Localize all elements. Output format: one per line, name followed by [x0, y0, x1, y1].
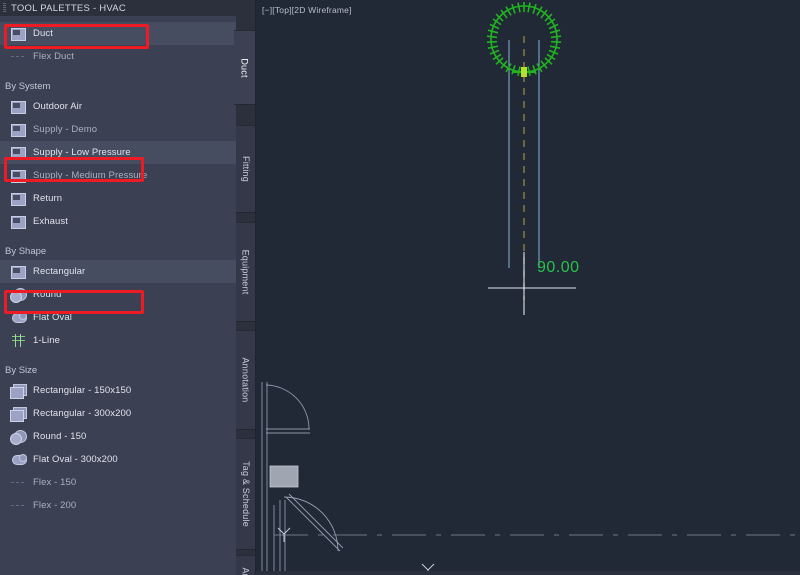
flat-oval-duct-icon: [10, 452, 27, 467]
palette-tool-label: Supply - Medium Pressure: [33, 170, 148, 181]
palette-group-label: By Shape: [5, 246, 47, 257]
palette-tool-label: 1-Line: [33, 335, 61, 346]
tool-palettes-panel: TOOL PALETTES - HVAC Duct Flex Duct By Sys…: [0, 0, 255, 575]
palette-tool-flat-oval-300x200[interactable]: Flat Oval - 300x200: [0, 448, 236, 471]
palette-tool-label: Supply - Low Pressure: [33, 147, 131, 158]
rectangular-duct-icon: [10, 145, 26, 160]
rectangular-duct-icon: [10, 99, 26, 114]
palette-tool-flex-150[interactable]: Flex - 150: [0, 471, 236, 494]
palette-tab-duct[interactable]: Duct: [234, 30, 255, 105]
one-line-duct-icon: [10, 333, 26, 348]
round-duct-icon: [10, 429, 27, 445]
palette-group-gap: [0, 517, 236, 527]
palette-tool-flex-200[interactable]: Flex - 200: [0, 494, 236, 517]
palette-group-label: By Size: [5, 365, 38, 376]
palette-tab-label: Fitting: [240, 156, 251, 182]
palette-tool-round[interactable]: Round: [0, 283, 236, 306]
flex-duct-icon: [10, 498, 26, 513]
autocad-mep-window: TOOL PALETTES - HVAC Duct Flex Duct By Sys…: [0, 0, 800, 575]
palette-title: TOOL PALETTES - HVAC: [11, 2, 126, 14]
palette-tab-label: Tag & Schedule: [240, 461, 251, 527]
palette-tool-label: Round - 150: [33, 431, 87, 442]
drawing-canvas[interactable]: [256, 0, 800, 575]
palette-tool-label: Rectangular - 300x200: [33, 408, 132, 419]
palette-tool-supply-medium-pressure[interactable]: Supply - Medium Pressure: [0, 164, 236, 187]
flex-duct-icon: [10, 475, 26, 490]
palette-content: Duct Flex Duct By System Outdoor Air Supply …: [0, 16, 236, 575]
palette-tool-label: Supply - Demo: [33, 124, 98, 135]
palette-tool-label: Rectangular - 150x150: [33, 385, 132, 396]
palette-tool-label: Flex Duct: [33, 51, 75, 62]
viewport-config-label[interactable]: [−][Top][2D Wireframe]: [262, 5, 352, 15]
palette-tab-tag-schedule[interactable]: Tag & Schedule: [236, 438, 255, 550]
palette-tab-label: Analysis: [241, 567, 251, 575]
palette-drag-grip[interactable]: [3, 3, 6, 13]
palette-tool-rectangular-300x200[interactable]: Rectangular - 300x200: [0, 402, 236, 425]
palette-tab-fitting[interactable]: Fitting: [236, 125, 255, 213]
palette-tab-label: Duct: [239, 57, 250, 78]
rectangular-duct-icon: [10, 26, 26, 41]
palette-tab-equipment[interactable]: Equipment: [236, 222, 255, 322]
viewport-bottom-edge: [256, 571, 800, 575]
palette-tool-flex-duct[interactable]: Flex Duct: [0, 45, 236, 68]
dimension-input-value: 90.00: [537, 259, 580, 276]
palette-group-gap: [0, 352, 236, 362]
palette-tool-supply-demo[interactable]: Supply - Demo: [0, 118, 236, 141]
palette-tool-supply-low-pressure[interactable]: Supply - Low Pressure: [0, 141, 236, 164]
palette-tool-label: Rectangular: [33, 266, 86, 277]
palette-tool-label: Return: [33, 193, 63, 204]
rectangular-duct-icon: [10, 214, 26, 229]
flex-duct-icon: [10, 49, 26, 64]
palette-tool-exhaust[interactable]: Exhaust: [0, 210, 236, 233]
palette-tab-annotation[interactable]: Annotation: [236, 330, 255, 430]
rectangular-duct-3d-icon: [10, 383, 27, 399]
palette-group-gap: [0, 233, 236, 243]
round-duct-icon: [10, 287, 27, 303]
rectangular-duct-icon: [10, 191, 26, 206]
palette-tab-label: Equipment: [240, 249, 251, 295]
palette-tool-outdoor-air[interactable]: Outdoor Air: [0, 95, 236, 118]
palette-tool-label: Duct: [33, 28, 53, 39]
palette-tool-duct[interactable]: Duct: [0, 22, 236, 45]
snap-base-marker: [512, 67, 536, 77]
rectangular-duct-icon: [10, 264, 26, 279]
plan-block: [269, 465, 299, 488]
flat-oval-duct-icon: [10, 310, 27, 325]
rectangular-duct-icon: [10, 168, 26, 183]
palette-tool-1-line[interactable]: 1-Line: [0, 329, 236, 352]
palette-tool-flat-oval[interactable]: Flat Oval: [0, 306, 236, 329]
palette-tool-label: Flat Oval: [33, 312, 72, 323]
palette-tool-label: Outdoor Air: [33, 101, 83, 112]
palette-tool-label: Flat Oval - 300x200: [33, 454, 118, 465]
palette-group-list: Duct Flex Duct By System Outdoor Air Supply …: [0, 16, 236, 527]
palette-tool-return[interactable]: Return: [0, 187, 236, 210]
palette-tab-strip: Duct Fitting Equipment Annotation Tag & Sche…: [234, 0, 255, 575]
palette-tool-label: Round: [33, 289, 62, 300]
palette-tab-label: Annotation: [240, 357, 251, 403]
palette-tool-label: Flex - 200: [33, 500, 77, 511]
rectangular-duct-3d-icon: [10, 406, 27, 422]
drawing-viewport[interactable]: [−][Top][2D Wireframe] 90.00: [256, 0, 800, 575]
palette-tool-round-150[interactable]: Round - 150: [0, 425, 236, 448]
palette-tool-rectangular-150x150[interactable]: Rectangular - 150x150: [0, 379, 236, 402]
palette-tool-label: Flex - 150: [33, 477, 77, 488]
palette-group-gap: [0, 68, 236, 78]
palette-tab-analysis[interactable]: Analysis: [236, 555, 255, 575]
palette-group-label: By System: [5, 81, 51, 92]
palette-titlebar[interactable]: TOOL PALETTES - HVAC: [0, 0, 236, 16]
palette-tool-label: Exhaust: [33, 216, 69, 227]
palette-tool-rectangular[interactable]: Rectangular: [0, 260, 236, 283]
rectangular-duct-icon: [10, 122, 26, 137]
